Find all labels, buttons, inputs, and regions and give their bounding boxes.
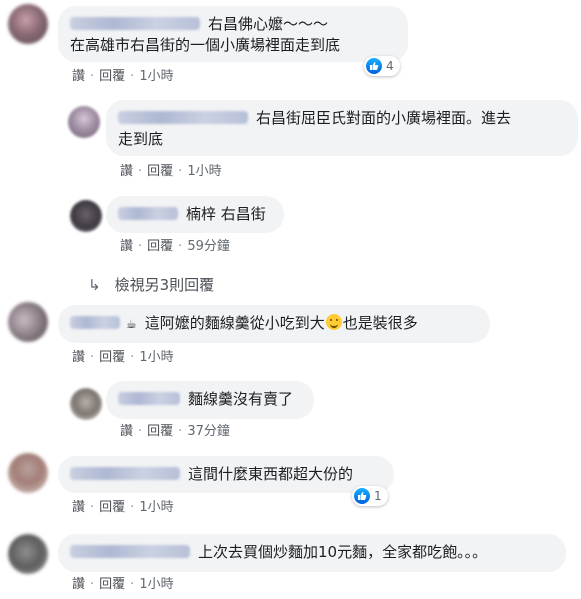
avatar[interactable] <box>8 534 48 574</box>
reply-link[interactable]: 回覆 <box>99 577 125 592</box>
comment-text: 這阿嬤的麵線羹從小吃到大 <box>144 314 325 332</box>
timestamp[interactable]: 1小時 <box>187 164 221 179</box>
commenter-name[interactable] <box>70 545 190 558</box>
avatar[interactable] <box>8 4 48 44</box>
coffee-cup-icon: ☕ <box>126 317 137 331</box>
timestamp[interactable]: 1小時 <box>139 500 173 515</box>
reply-text: 楠梓 右昌街 <box>186 205 266 223</box>
avatar[interactable] <box>70 200 102 232</box>
avatar[interactable] <box>70 388 102 420</box>
like-link[interactable]: 讚 <box>120 239 133 254</box>
avatar[interactable] <box>8 453 48 493</box>
commenter-name[interactable] <box>70 316 120 329</box>
avatar[interactable] <box>68 106 100 138</box>
comment-text: 這間什麼東西都超大份的 <box>188 465 354 483</box>
reply-actions: 讚 · 回覆 · 37分鐘 <box>120 424 230 439</box>
reaction-count[interactable]: 1 <box>352 486 388 506</box>
comment-bubble: 這間什麼東西都超大份的 <box>58 456 394 493</box>
like-thumb-icon <box>354 488 370 504</box>
comment-actions: 讚 · 回覆 · 1小時 <box>72 500 174 515</box>
like-link[interactable]: 讚 <box>72 500 85 515</box>
like-link[interactable]: 讚 <box>72 350 85 365</box>
reply-link[interactable]: 回覆 <box>99 500 125 515</box>
reaction-number: 4 <box>386 59 394 73</box>
comment-actions: 讚 · 回覆 · 1小時 <box>72 69 174 84</box>
timestamp[interactable]: 1小時 <box>139 350 173 365</box>
commenter-name[interactable] <box>118 111 248 124</box>
reply-link[interactable]: 回覆 <box>99 350 125 365</box>
reply-bubble: 右昌街屈臣氏對面的小廣場裡面。進去 走到底 <box>106 100 578 156</box>
reply-arrow-icon: ↳ <box>88 276 101 294</box>
reply-link[interactable]: 回覆 <box>147 239 173 254</box>
timestamp[interactable]: 59分鐘 <box>187 239 230 254</box>
smiling-face-icon <box>325 314 342 330</box>
comment-text: 上次去買個炒麵加10元麵，全家都吃飽。。。 <box>198 543 488 561</box>
comment-bubble: 右昌佛心嬤～～～ 在高雄市右昌街的一個小廣場裡面走到底 <box>58 6 408 62</box>
comment-text: 在高雄市右昌街的一個小廣場裡面走到底 <box>70 36 341 54</box>
like-link[interactable]: 讚 <box>120 424 133 439</box>
reply-text: 麵線羹沒有賣了 <box>188 390 294 408</box>
like-thumb-icon <box>366 58 382 74</box>
comment-actions: 讚 · 回覆 · 1小時 <box>72 577 174 592</box>
comment-actions: 讚 · 回覆 · 1小時 <box>72 350 174 365</box>
commenter-name[interactable] <box>118 207 178 220</box>
reply-link[interactable]: 回覆 <box>147 164 173 179</box>
view-more-replies[interactable]: ↳ 檢視另3則回覆 <box>88 274 214 295</box>
like-link[interactable]: 讚 <box>120 164 133 179</box>
reply-bubble: 麵線羹沒有賣了 <box>106 381 314 419</box>
timestamp[interactable]: 1小時 <box>139 577 173 592</box>
timestamp[interactable]: 1小時 <box>139 69 173 84</box>
reply-link[interactable]: 回覆 <box>99 69 125 84</box>
view-more-label: 檢視另3則回覆 <box>114 276 215 294</box>
commenter-name[interactable] <box>70 467 180 480</box>
reply-actions: 讚 · 回覆 · 59分鐘 <box>120 239 230 254</box>
like-link[interactable]: 讚 <box>72 577 85 592</box>
commenter-name[interactable] <box>118 392 180 405</box>
reaction-number: 1 <box>374 489 382 503</box>
reply-bubble: 楠梓 右昌街 <box>106 196 284 233</box>
comment-bubble: ☕ 這阿嬤的麵線羹從小吃到大 也是裝很多 <box>58 305 490 343</box>
like-link[interactable]: 讚 <box>72 69 85 84</box>
avatar[interactable] <box>8 302 48 342</box>
reaction-count[interactable]: 4 <box>364 56 400 76</box>
comment-text: 右昌佛心嬤～～～ <box>208 15 329 33</box>
commenter-name[interactable] <box>70 17 200 30</box>
reply-actions: 讚 · 回覆 · 1小時 <box>120 164 222 179</box>
reply-text: 走到底 <box>118 130 164 148</box>
reply-text: 右昌街屈臣氏對面的小廣場裡面。進去 <box>256 109 512 127</box>
comment-bubble: 上次去買個炒麵加10元麵，全家都吃飽。。。 <box>58 534 566 572</box>
timestamp[interactable]: 37分鐘 <box>187 424 230 439</box>
reply-link[interactable]: 回覆 <box>147 424 173 439</box>
comment-text: 也是裝很多 <box>342 314 418 332</box>
